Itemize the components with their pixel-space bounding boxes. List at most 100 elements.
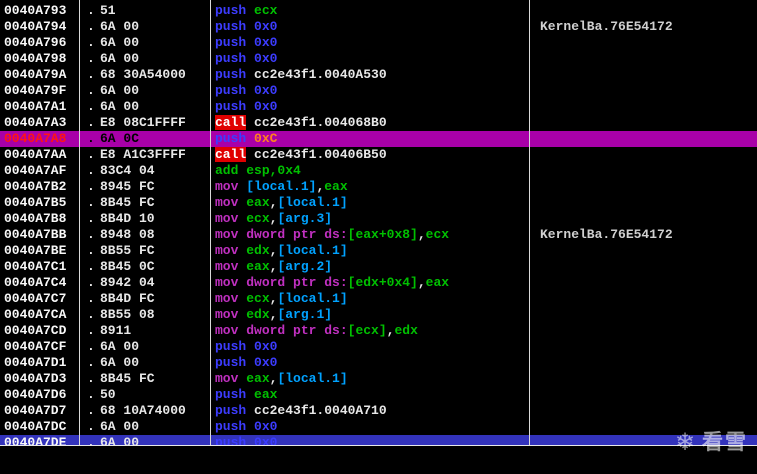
instruction-token: push — [215, 419, 255, 434]
instruction-token: mov — [215, 291, 247, 306]
analysis-dot: . — [87, 371, 95, 386]
instruction-token: push — [215, 435, 255, 446]
row-instruction: call cc2e43f1.00406B50 — [215, 147, 387, 163]
row-instruction: mov dword ptr ds:[edx+0x4],eax — [215, 275, 449, 291]
row-instruction: push cc2e43f1.0040A530 — [215, 67, 387, 83]
instruction-token: push — [215, 403, 255, 418]
analysis-dot: . — [87, 387, 95, 402]
analysis-dot: . — [87, 19, 95, 34]
column-resize-handle-bytes[interactable] — [79, 0, 80, 445]
row-bytes: 8948 08 — [100, 227, 155, 242]
disasm-row[interactable]: 0040A7D1. 6A 00 push 0x0 — [0, 355, 757, 371]
row-instruction: mov [local.1],eax — [215, 179, 348, 195]
row-bytes: 8B4D FC — [100, 291, 155, 306]
row-instruction: push 0x0 — [215, 355, 277, 371]
column-resize-handle-disassembly[interactable] — [210, 0, 211, 445]
disasm-row[interactable]: 0040A794. 6A 00 push 0x0 KernelBa.76E54172 — [0, 19, 757, 35]
instruction-token: ecx — [254, 3, 278, 18]
instruction-token: push — [215, 35, 255, 50]
instruction-token: cc2e43f1.00406B50 — [254, 147, 387, 162]
disasm-row[interactable]: 0040A7D3. 8B45 FC mov eax,[local.1] — [0, 371, 757, 387]
disasm-row[interactable]: 0040A7BE. 8B55 FC mov edx,[local.1] — [0, 243, 757, 259]
row-address: 0040A7C1 — [4, 259, 67, 274]
row-address: 0040A7AF — [4, 163, 67, 178]
row-address: 0040A7A1 — [4, 99, 67, 114]
row-address: 0040A79F — [4, 83, 67, 98]
row-bytes: 8911 — [100, 323, 132, 338]
disasm-row[interactable]: 0040A7C7. 8B4D FC mov ecx,[local.1] — [0, 291, 757, 307]
disasm-row[interactable]: 0040A796. 6A 00 push 0x0 — [0, 35, 757, 51]
row-instruction: push 0x0 — [215, 99, 277, 115]
disasm-row[interactable]: 0040A7CD. 8911 mov dword ptr ds:[ecx],edx — [0, 323, 757, 339]
row-address: 0040A798 — [4, 51, 67, 66]
instruction-token: 0x0 — [254, 419, 278, 434]
disasm-row[interactable]: 0040A79F. 6A 00 push 0x0 — [0, 83, 757, 99]
disasm-row[interactable]: 0040A793. 51 push ecx — [0, 3, 757, 19]
instruction-token: push — [215, 355, 255, 370]
disasm-row[interactable]: 0040A7D7. 68 10A74000 push cc2e43f1.0040A7… — [0, 403, 757, 419]
disasm-row[interactable]: 0040A7AA. E8 A1C3FFFF call cc2e43f1.00406B… — [0, 147, 757, 163]
row-address: 0040A7A8 — [4, 131, 67, 146]
instruction-token: call — [215, 147, 247, 162]
analysis-dot: . — [87, 403, 95, 418]
row-instruction: push ecx — [215, 3, 277, 19]
analysis-dot: . — [87, 51, 95, 66]
disasm-row[interactable]: 0040A798. 6A 00 push 0x0 — [0, 51, 757, 67]
row-address: 0040A7B5 — [4, 195, 67, 210]
instruction-token: , — [417, 227, 426, 242]
instruction-token: call — [215, 115, 247, 130]
disasm-row[interactable]: 0040A7A3. E8 08C1FFFF call cc2e43f1.004068… — [0, 115, 757, 131]
analysis-dot: . — [87, 3, 95, 18]
row-address: 0040A7BE — [4, 243, 67, 258]
disasm-row[interactable]: 0040A7DE. 6A 00 push 0x0 — [0, 435, 757, 446]
disasm-row[interactable]: 0040A7A8. 6A 0C push 0xC — [0, 131, 757, 147]
instruction-token: 0x0 — [254, 355, 278, 370]
instruction-token: eax — [254, 387, 278, 402]
instruction-token: push — [215, 99, 255, 114]
row-bytes: 6A 0C — [100, 131, 140, 146]
instruction-token: esp,0x4 — [246, 163, 301, 178]
instruction-token: dword ptr ds: — [246, 227, 348, 242]
instruction-token: [arg.3] — [277, 211, 333, 226]
disasm-row[interactable]: 0040A7B5. 8B45 FC mov eax,[local.1] — [0, 195, 757, 211]
instruction-token: [local.1] — [246, 179, 317, 194]
instruction-token: , — [417, 275, 426, 290]
disasm-row[interactable]: 0040A7A1. 6A 00 push 0x0 — [0, 99, 757, 115]
disassembly-view: 0040A793. 51 push ecx 0040A794. 6A 00 push 0x… — [0, 0, 757, 446]
instruction-token: [edx+0x4] — [347, 275, 418, 290]
row-address: 0040A7D1 — [4, 355, 67, 370]
row-bytes: 6A 00 — [100, 51, 140, 66]
disasm-row[interactable]: 0040A7B2. 8945 FC mov [local.1],eax — [0, 179, 757, 195]
analysis-dot: . — [87, 435, 95, 446]
disasm-row[interactable]: 0040A7C4. 8942 04 mov dword ptr ds:[edx+0x… — [0, 275, 757, 291]
disasm-row[interactable]: 0040A7DC. 6A 00 push 0x0 — [0, 419, 757, 435]
instruction-token: [arg.1] — [277, 307, 333, 322]
disassembly-rows: 0040A793. 51 push ecx 0040A794. 6A 00 push 0x… — [0, 0, 757, 446]
disasm-row[interactable]: 0040A7BB. 8948 08 mov dword ptr ds:[eax+0x… — [0, 227, 757, 243]
row-bytes: 6A 00 — [100, 419, 140, 434]
instruction-token: eax — [246, 259, 270, 274]
analysis-dot: . — [87, 419, 95, 434]
disasm-row[interactable]: 0040A7B8. 8B4D 10 mov ecx,[arg.3] — [0, 211, 757, 227]
disasm-row[interactable]: 0040A7CA. 8B55 08 mov edx,[arg.1] — [0, 307, 757, 323]
instruction-token: [arg.2] — [277, 259, 333, 274]
row-address: 0040A7D7 — [4, 403, 67, 418]
instruction-token: push — [215, 19, 255, 34]
disasm-row[interactable]: 0040A79A. 68 30A54000 push cc2e43f1.0040A5… — [0, 67, 757, 83]
analysis-dot: . — [87, 163, 95, 178]
analysis-dot: . — [87, 179, 95, 194]
column-resize-handle-comment[interactable] — [529, 0, 530, 445]
instruction-token: ecx — [246, 211, 270, 226]
row-address: 0040A7A3 — [4, 115, 67, 130]
disasm-row[interactable]: 0040A7CF. 6A 00 push 0x0 — [0, 339, 757, 355]
instruction-token: 0x0 — [254, 83, 278, 98]
instruction-token — [246, 115, 254, 130]
instruction-token: 0xC — [254, 131, 278, 146]
disasm-row[interactable]: 0040A7C1. 8B45 0C mov eax,[arg.2] — [0, 259, 757, 275]
row-instruction: push eax — [215, 387, 277, 403]
instruction-token: push — [215, 51, 255, 66]
row-bytes: 8B45 0C — [100, 259, 155, 274]
disasm-row[interactable]: 0040A7D6. 50 push eax — [0, 387, 757, 403]
disasm-row[interactable]: 0040A7AF. 83C4 04 add esp,0x4 — [0, 163, 757, 179]
analysis-dot: . — [87, 339, 95, 354]
